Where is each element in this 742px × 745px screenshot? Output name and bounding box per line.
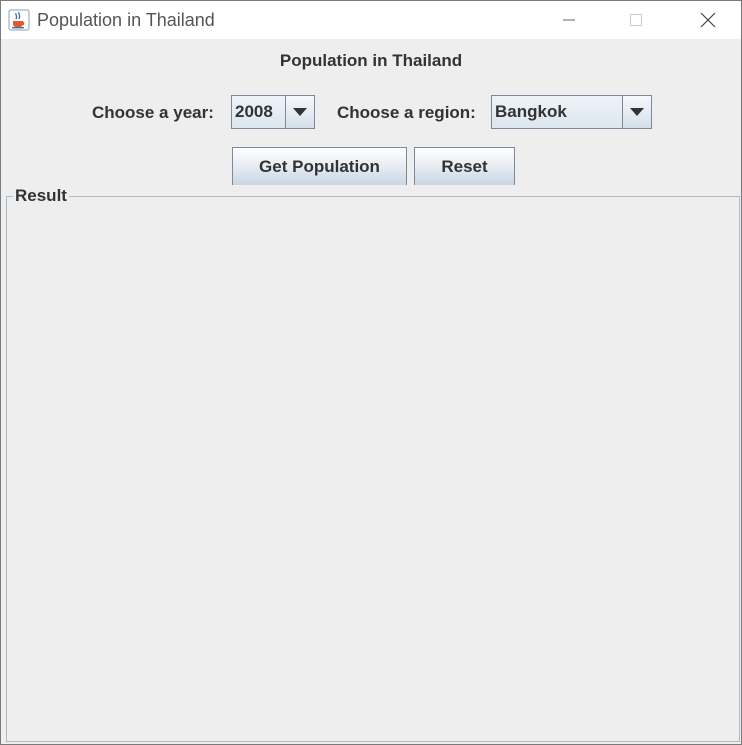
window-title: Population in Thailand <box>37 10 215 30</box>
year-selected-value: 2008 <box>232 96 286 128</box>
year-dropdown-button[interactable] <box>286 96 314 128</box>
chevron-down-icon <box>293 107 307 116</box>
java-coffee-cup-icon <box>8 9 30 31</box>
close-icon <box>700 12 716 28</box>
maximize-icon <box>630 14 642 26</box>
content-pane: Population in Thailand Choose a year: 20… <box>1 39 741 744</box>
title-bar[interactable]: Population in Thailand <box>1 1 741 39</box>
page-heading: Population in Thailand <box>279 51 463 70</box>
maximize-button[interactable] <box>613 1 659 39</box>
region-dropdown-button[interactable] <box>623 96 651 128</box>
minimize-icon <box>563 19 575 21</box>
year-combobox[interactable]: 2008 <box>231 95 315 129</box>
close-button[interactable] <box>685 1 731 39</box>
get-population-button[interactable]: Get Population <box>232 147 407 185</box>
reset-button[interactable]: Reset <box>414 147 515 185</box>
result-content <box>7 209 737 739</box>
app-window: Population in Thailand Population in Tha… <box>0 0 742 745</box>
year-label: Choose a year: <box>92 103 214 122</box>
region-combobox[interactable]: Bangkok <box>491 95 652 129</box>
region-label: Choose a region: <box>337 103 476 122</box>
minimize-button[interactable] <box>546 1 592 39</box>
region-selected-value: Bangkok <box>492 96 623 128</box>
chevron-down-icon <box>630 107 644 116</box>
result-panel-title: Result <box>13 186 69 206</box>
